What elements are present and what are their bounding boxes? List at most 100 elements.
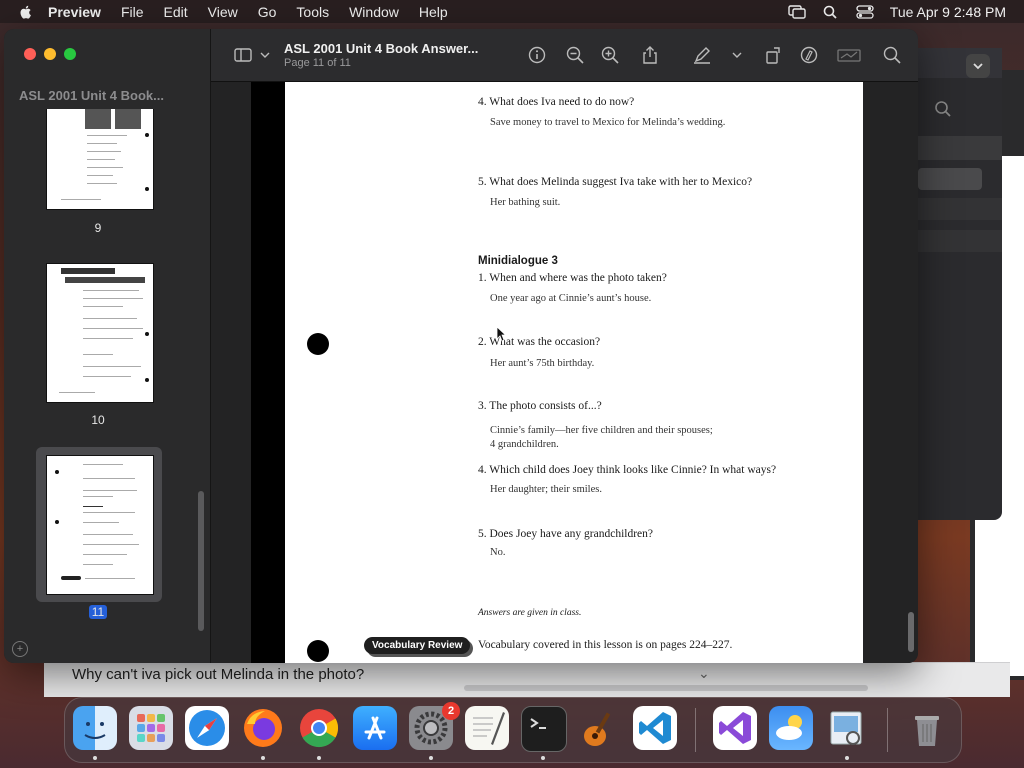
thumbnail-photo — [85, 109, 111, 129]
question-text: 1. When and where was the photo taken? — [478, 272, 667, 284]
answer-text: Save money to travel to Mexico for Melin… — [490, 117, 726, 128]
answer-text: No. — [490, 547, 506, 558]
preview-window: ASL 2001 Unit 4 Book... 9 10 11 + ASL 20… — [4, 29, 918, 663]
menu-file[interactable]: File — [121, 4, 144, 20]
page-thumbnail-11[interactable] — [46, 455, 154, 595]
menu-app-name[interactable]: Preview — [48, 4, 101, 20]
running-indicator — [261, 756, 265, 760]
answer-text: Cinnie’s family—her five children and th… — [490, 425, 713, 436]
weather-icon[interactable] — [769, 706, 813, 750]
background-window — [918, 48, 1002, 520]
spotlight-search-icon[interactable] — [822, 5, 840, 19]
signature-icon[interactable] — [837, 45, 861, 65]
page-thumbnail-10[interactable] — [46, 263, 154, 403]
visual-studio-icon[interactable] — [713, 706, 757, 750]
page-thumbnail-9[interactable] — [46, 109, 154, 210]
running-indicator — [541, 756, 545, 760]
menu-view[interactable]: View — [208, 4, 238, 20]
background-window-dropdown-button[interactable] — [966, 54, 990, 78]
page-number-label: 9 — [94, 221, 102, 235]
document-scrollbar[interactable] — [908, 612, 914, 652]
chevron-down-icon — [973, 63, 983, 70]
answer-text: Her bathing suit. — [490, 197, 561, 208]
vocabulary-review-badge: Vocabulary Review — [364, 637, 471, 654]
chevron-down-icon[interactable] — [731, 45, 743, 65]
document-view[interactable]: 4. What does Iva need to do now? Save mo… — [211, 82, 918, 663]
control-center-icon[interactable] — [856, 4, 874, 19]
search-icon[interactable] — [934, 100, 952, 118]
search-icon[interactable] — [882, 45, 902, 65]
document-title: ASL 2001 Unit 4 Book Answer... — [284, 41, 479, 56]
textedit-icon[interactable] — [465, 706, 509, 750]
binder-hole — [307, 333, 329, 355]
running-indicator — [93, 756, 97, 760]
background-window-row-selected — [918, 168, 982, 190]
thumbnail-sidebar: ASL 2001 Unit 4 Book... 9 10 11 + — [4, 29, 211, 663]
binder-hole — [307, 640, 329, 662]
horizontal-scrollbar[interactable] — [464, 685, 868, 691]
answer-text: Her daughter; their smiles. — [490, 484, 602, 495]
screen-mirroring-icon[interactable] — [788, 4, 806, 19]
dock-separator — [887, 708, 888, 752]
terminal-icon[interactable] — [521, 706, 567, 752]
menu-edit[interactable]: Edit — [164, 4, 188, 20]
info-icon[interactable] — [527, 45, 547, 65]
markup-pen-icon[interactable] — [799, 45, 819, 65]
sidebar-scrollbar[interactable] — [198, 491, 204, 631]
menu-go[interactable]: Go — [258, 4, 277, 20]
mouse-cursor-icon — [496, 326, 506, 342]
menu-clock[interactable]: Tue Apr 9 2:48 PM — [890, 4, 1006, 20]
add-icon[interactable]: + — [12, 641, 28, 657]
page-shadow — [251, 82, 287, 663]
zoom-out-icon[interactable] — [565, 45, 585, 65]
chrome-icon[interactable] — [297, 706, 341, 750]
question-text: 5. Does Joey have any grandchildren? — [478, 528, 653, 540]
question-text: 4. Which child does Joey think looks lik… — [478, 464, 777, 476]
running-indicator — [429, 756, 433, 760]
chevron-down-icon[interactable]: ⌄ — [698, 665, 710, 682]
zoom-in-icon[interactable] — [600, 45, 620, 65]
running-indicator — [845, 756, 849, 760]
finder-icon[interactable] — [73, 706, 117, 750]
dock: 2 — [64, 697, 962, 763]
launchpad-icon[interactable] — [129, 706, 173, 750]
close-button[interactable] — [24, 48, 36, 60]
minimize-button[interactable] — [44, 48, 56, 60]
question-text: 3. The photo consists of...? — [478, 400, 602, 412]
markup-highlighter-icon[interactable] — [692, 45, 712, 65]
safari-icon[interactable] — [185, 706, 229, 750]
garageband-icon[interactable] — [577, 706, 621, 750]
rotate-icon[interactable] — [764, 45, 784, 65]
app-store-icon[interactable] — [353, 706, 397, 750]
apple-icon[interactable] — [18, 4, 34, 20]
share-icon[interactable] — [640, 45, 660, 65]
menu-help[interactable]: Help — [419, 4, 448, 20]
vocabulary-text: Vocabulary covered in this lesson is on … — [478, 639, 733, 651]
dock-separator — [695, 708, 696, 752]
menu-tools[interactable]: Tools — [296, 4, 329, 20]
background-window-row — [918, 136, 1002, 160]
vscode-icon[interactable] — [633, 706, 677, 750]
menu-window[interactable]: Window — [349, 4, 399, 20]
firefox-icon[interactable] — [241, 706, 285, 750]
background-question-strip: Why can't iva pick out Melinda in the ph… — [44, 662, 1010, 697]
notification-badge: 2 — [442, 702, 460, 720]
page-count-label: Page 11 of 11 — [284, 57, 351, 69]
background-window-row — [918, 230, 1002, 252]
toolbar: ASL 2001 Unit 4 Book Answer... Page 11 o… — [211, 29, 918, 82]
zoom-button[interactable] — [64, 48, 76, 60]
thumbnail-photo — [115, 109, 141, 129]
trash-icon[interactable] — [905, 706, 949, 750]
sidebar-toggle-icon[interactable] — [233, 45, 253, 65]
menu-bar: Preview File Edit View Go Tools Window H… — [0, 0, 1024, 23]
answer-text: Her aunt’s 75th birthday. — [490, 358, 595, 369]
background-question-text[interactable]: Why can't iva pick out Melinda in the ph… — [72, 666, 364, 683]
question-text: 5. What does Melinda suggest Iva take wi… — [478, 176, 753, 188]
thumbnail-badge — [61, 576, 81, 580]
chevron-down-icon[interactable] — [259, 45, 271, 65]
preview-icon[interactable] — [825, 706, 869, 750]
page-number-label: 10 — [91, 413, 105, 427]
answer-text-continued: 4 grandchildren. — [490, 439, 559, 450]
page-number-label-selected: 11 — [89, 605, 107, 619]
running-indicator — [317, 756, 321, 760]
